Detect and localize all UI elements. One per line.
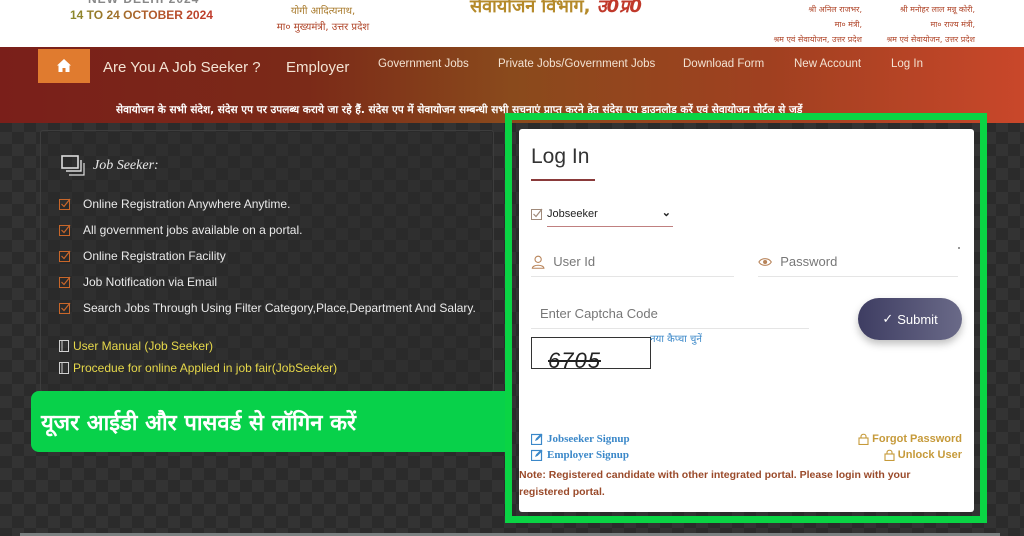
chevron-down-icon: ⌄ — [661, 207, 671, 219]
document-icon — [59, 362, 69, 374]
chief-minister-designation: मा० मुख्यमंत्री, उत्तर प्रदेश — [276, 22, 370, 33]
nav-employer[interactable]: Employer — [286, 59, 349, 76]
check-icon: ✓ — [882, 311, 894, 326]
minister-name: श्री मनोहर लाल मन्नू कोरी, — [899, 5, 975, 14]
lock-icon — [858, 433, 869, 445]
jobseeker-signup-label: Jobseeker Signup — [547, 433, 630, 445]
copy-windows-icon — [61, 155, 85, 176]
nav-download-form[interactable]: Download Form — [683, 58, 764, 70]
minister-block-1: श्री अनिल राजभर, मा० मंत्री, श्रम एवं से… — [732, 2, 862, 47]
refresh-captcha-link[interactable]: नया कैप्चा चुनें — [650, 331, 702, 345]
feature-item: Online Registration Facility — [59, 243, 476, 269]
employer-signup-link[interactable]: Employer Signup — [531, 449, 629, 461]
minister-title: मा० मंत्री, — [834, 20, 862, 29]
checkbox-checked-icon — [59, 198, 71, 210]
user-manual-label: User Manual (Job Seeker) — [73, 339, 214, 353]
employer-signup-label: Employer Signup — [547, 449, 630, 461]
forgot-password-label: Forgot Password — [872, 433, 962, 445]
checkbox-checked-icon — [59, 276, 71, 288]
department-name: सेवायोजन विभाग, — [470, 0, 597, 17]
role-select-value: Jobseeker — [547, 208, 598, 220]
header-banner: NEW DELHI 2024 14 TO 24 OCTOBER 2024 योग… — [0, 0, 1024, 47]
feature-text: All government jobs available on a porta… — [83, 223, 303, 237]
user-id-field[interactable] — [531, 247, 734, 277]
checkbox-checked-icon — [59, 250, 71, 262]
eye-icon — [758, 257, 772, 266]
jobseeker-signup-link[interactable]: Jobseeker Signup — [531, 433, 630, 445]
feature-text: Online Registration Anywhere Anytime. — [83, 197, 291, 211]
checkbox-checked-icon — [59, 224, 71, 236]
role-select[interactable]: Jobseeker ⌄ — [531, 201, 673, 227]
job-fair-procedure-link[interactable]: Procedue for online Applied in job fair(… — [59, 357, 337, 379]
feature-text: Online Registration Facility — [83, 249, 226, 263]
login-card: Log In Jobseeker ⌄ ✓ Submit 6705 नया कैप… — [519, 129, 974, 512]
nav-private-jobs[interactable]: Private Jobs/Government Jobs — [498, 58, 655, 70]
minister-dept: श्रम एवं सेवायोजन, उत्तर प्रदेश — [886, 35, 975, 44]
job-seeker-heading: Job Seeker: — [61, 155, 159, 177]
home-button[interactable] — [38, 49, 90, 83]
home-icon — [57, 59, 71, 72]
user-manual-link[interactable]: User Manual (Job Seeker) — [59, 335, 337, 357]
password-input[interactable] — [780, 254, 958, 269]
feature-list: Online Registration Anywhere Anytime. Al… — [59, 191, 476, 321]
captcha-field[interactable] — [531, 299, 809, 329]
edit-icon — [531, 449, 543, 461]
unlock-user-label: Unlock User — [897, 449, 962, 461]
nav-new-account[interactable]: New Account — [794, 58, 861, 70]
captcha-image: 6705 — [531, 337, 651, 369]
nav-job-seeker[interactable]: Are You A Job Seeker ? — [103, 59, 261, 76]
department-title: सेवायोजन विभाग, उ0प्र0 — [470, 0, 642, 18]
nav-government-jobs[interactable]: Government Jobs — [378, 58, 469, 70]
instruction-callout: यूजर आईडी और पासवर्ड से लॉगिन करें — [31, 391, 509, 452]
department-state: उ0प्र0 — [596, 0, 642, 17]
captcha-code: 6705 — [548, 348, 601, 369]
title-underline — [531, 179, 595, 181]
feature-text: Job Notification via Email — [83, 275, 218, 289]
minister-title: मा० राज्य मंत्री, — [930, 20, 975, 29]
nav-log-in[interactable]: Log In — [891, 58, 923, 70]
password-field[interactable] — [758, 247, 958, 277]
lock-icon — [884, 449, 895, 461]
user-icon — [531, 255, 545, 269]
chief-minister-block: योगी आदित्यनाथ, मा० मुख्यमंत्री, उत्तर प… — [258, 4, 388, 36]
captcha-input[interactable] — [540, 306, 809, 321]
job-fair-title: NEW DELHI 2024 — [88, 0, 199, 6]
user-id-input[interactable] — [553, 254, 734, 269]
chief-minister-name: योगी आदित्यनाथ, — [290, 6, 356, 17]
feature-item: Job Notification via Email — [59, 269, 476, 295]
forgot-password-link[interactable]: Forgot Password — [858, 433, 962, 445]
job-seeker-panel: Job Seeker: Online Registration Anywhere… — [40, 130, 494, 392]
required-marker — [958, 247, 960, 249]
minister-dept: श्रम एवं सेवायोजन, उत्तर प्रदेश — [773, 35, 862, 44]
feature-item: All government jobs available on a porta… — [59, 217, 476, 243]
minister-name: श्री अनिल राजभर, — [808, 5, 862, 14]
job-seeker-heading-text: Job Seeker: — [93, 158, 159, 173]
unlock-user-link[interactable]: Unlock User — [884, 449, 962, 461]
job-fair-dates: 14 TO 24 OCTOBER 2024 — [70, 8, 213, 22]
edit-icon — [531, 433, 543, 445]
feature-item: Online Registration Anywhere Anytime. — [59, 191, 476, 217]
main-navigation: Are You A Job Seeker ? Employer Governme… — [0, 47, 1024, 123]
minister-block-2: श्री मनोहर लाल मन्नू कोरी, मा० राज्य मंत… — [845, 2, 975, 47]
document-links: User Manual (Job Seeker) Procedue for on… — [59, 335, 337, 379]
submit-label: Submit — [897, 311, 938, 327]
login-title: Log In — [531, 145, 590, 168]
job-fair-procedure-label: Procedue for online Applied in job fair(… — [73, 361, 338, 375]
role-underline — [547, 226, 673, 227]
document-icon — [59, 340, 69, 352]
checkbox-checked-icon — [531, 208, 543, 220]
submit-button[interactable]: ✓ Submit — [858, 298, 962, 340]
feature-text: Search Jobs Through Using Filter Categor… — [83, 301, 476, 315]
feature-item: Search Jobs Through Using Filter Categor… — [59, 295, 476, 321]
integration-note: Note: Registered candidate with other in… — [519, 469, 911, 498]
checkbox-checked-icon — [59, 302, 71, 314]
